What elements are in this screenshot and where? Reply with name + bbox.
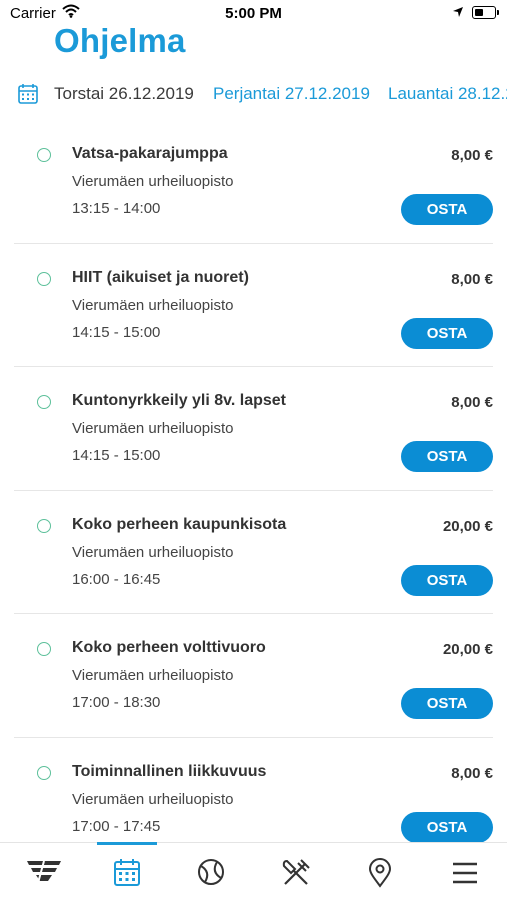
event-item: Koko perheen kaupunkisota Vierumäen urhe… (14, 491, 493, 614)
date-selector: Torstai 26.12.2019 Perjantai 27.12.2019 … (0, 80, 507, 110)
location-pin-icon (368, 858, 392, 888)
select-radio[interactable] (37, 518, 51, 533)
event-time: 14:15 - 15:00 (72, 447, 161, 464)
tab-schedule[interactable] (97, 842, 157, 901)
event-price: 8,00 € (451, 147, 493, 164)
logo-icon (27, 860, 61, 884)
event-price: 20,00 € (442, 517, 493, 535)
event-time: 16:00 - 16:45 (72, 570, 161, 588)
event-item: Koko perheen volttivuoro Vierumäen urhei… (14, 614, 493, 738)
event-price: 8,00 € (451, 764, 493, 782)
event-location: Vierumäen urheiluopisto (72, 543, 234, 561)
event-list: Vatsa-pakarajumppa Vierumäen urheiluopis… (0, 120, 507, 861)
calendar-icon[interactable] (18, 83, 38, 110)
event-name: Koko perheen volttivuoro (72, 639, 266, 656)
event-location: Vierumäen urheiluopisto (72, 296, 234, 314)
event-time: 17:00 - 17:45 (72, 817, 161, 835)
buy-button[interactable]: OSTA (401, 811, 493, 843)
select-radio[interactable] (37, 642, 51, 656)
buy-button[interactable]: OSTA (401, 441, 493, 472)
event-location: Vierumäen urheiluopisto (72, 790, 234, 808)
page-title: Ohjelma (54, 22, 186, 59)
select-radio[interactable] (37, 148, 51, 162)
event-time: 14:15 - 15:00 (72, 323, 161, 341)
event-name: Vatsa-pakarajumppa (72, 145, 228, 162)
location-arrow-icon (452, 5, 464, 22)
tab-menu[interactable] (435, 843, 495, 901)
ball-icon (198, 859, 224, 885)
menu-icon (453, 862, 477, 884)
event-location: Vierumäen urheiluopisto (72, 173, 234, 190)
buy-button[interactable]: OSTA (401, 194, 493, 225)
date-tab-active[interactable]: Torstai 26.12.2019 (54, 84, 194, 104)
select-radio[interactable] (37, 271, 51, 286)
event-item: Kuntonyrkkeily yli 8v. lapset Vierumäen … (14, 367, 493, 491)
event-item: Vatsa-pakarajumppa Vierumäen urheiluopis… (14, 120, 493, 244)
active-tab-indicator (97, 842, 157, 845)
event-item: HIIT (aikuiset ja nuoret) Vierumäen urhe… (14, 244, 493, 367)
event-name: HIIT (aikuiset ja nuoret) (72, 268, 249, 286)
buy-button[interactable]: OSTA (401, 564, 493, 596)
select-radio[interactable] (37, 765, 51, 780)
select-radio[interactable] (37, 395, 51, 409)
event-name: Kuntonyrkkeily yli 8v. lapset (72, 392, 287, 409)
event-name: Koko perheen kaupunkisota (72, 515, 287, 533)
date-tab-next[interactable]: Perjantai 27.12.2019 (213, 84, 370, 104)
event-time: 17:00 - 18:30 (72, 694, 161, 711)
event-location: Vierumäen urheiluopisto (72, 667, 234, 684)
event-name: Toiminnallinen liikkuvuus (72, 762, 267, 780)
tab-restaurant[interactable] (265, 843, 325, 901)
tab-sports[interactable] (181, 843, 241, 901)
battery-icon (472, 6, 496, 19)
restaurant-icon (282, 859, 310, 885)
tab-map[interactable] (350, 843, 410, 901)
event-time: 13:15 - 14:00 (72, 200, 161, 217)
date-tab-after[interactable]: Lauantai 28.12.2019 (388, 84, 507, 104)
buy-button[interactable]: OSTA (401, 688, 493, 719)
event-price: 8,00 € (451, 394, 493, 411)
event-price: 8,00 € (451, 270, 493, 288)
tab-bar (0, 842, 507, 901)
tab-home[interactable] (14, 843, 74, 901)
battery-tip (497, 10, 499, 15)
event-price: 20,00 € (442, 641, 493, 658)
status-time: 5:00 PM (225, 5, 282, 22)
buy-button[interactable]: OSTA (401, 317, 493, 349)
calendar-icon (114, 859, 140, 886)
event-location: Vierumäen urheiluopisto (72, 420, 234, 437)
